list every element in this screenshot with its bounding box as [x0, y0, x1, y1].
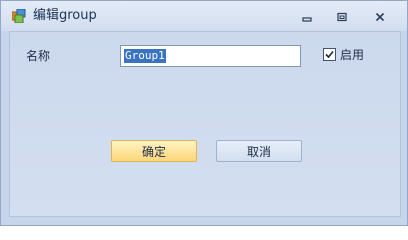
name-input[interactable]: Group1 — [120, 45, 301, 67]
close-icon — [375, 12, 385, 22]
enabled-checkbox[interactable]: 启用 — [323, 46, 364, 63]
ok-button[interactable]: 确定 — [111, 140, 197, 162]
dialog-content: 名称 Group1 启用 确定 取消 — [9, 31, 401, 217]
maximize-icon — [337, 12, 347, 22]
window-title: 编辑group — [33, 8, 97, 23]
minimize-icon — [302, 12, 312, 22]
enabled-label: 启用 — [340, 48, 365, 62]
close-button[interactable] — [367, 7, 393, 27]
maximize-button[interactable] — [329, 7, 355, 27]
cancel-button[interactable]: 取消 — [216, 140, 302, 162]
name-label: 名称 — [26, 49, 51, 63]
minimize-button[interactable] — [294, 7, 320, 27]
title-bar[interactable]: 编辑group — [1, 1, 407, 31]
dialog-window: 编辑group 名称 Group1 启用 确定 取消 — [0, 0, 408, 226]
checkbox-box[interactable] — [323, 48, 336, 61]
app-window-icon — [11, 8, 26, 24]
name-input-value: Group1 — [124, 49, 166, 63]
checkmark-icon — [325, 50, 334, 59]
